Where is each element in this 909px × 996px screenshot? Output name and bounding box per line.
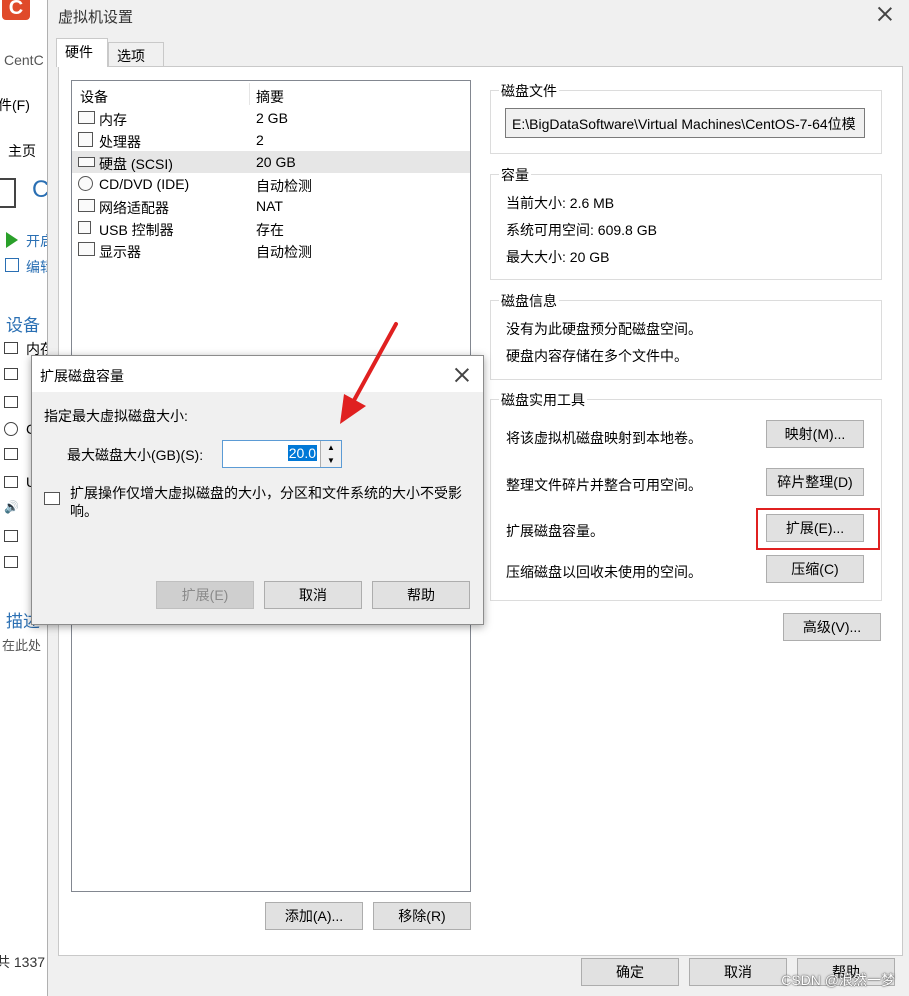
bg-home[interactable]: 主页 [8,141,36,161]
device-name: 显示器 [99,244,141,260]
device-summary: NAT [256,198,283,214]
bg-menu-file[interactable]: 件(F) [0,95,30,115]
device-summary: 自动检测 [256,178,312,194]
bg-display-icon [4,556,18,568]
display-icon [78,242,95,256]
device-row[interactable]: CD/DVD (IDE) 自动检测 [72,173,470,195]
device-summary: 20 GB [256,154,296,170]
bg-network-icon [4,448,18,460]
map-desc: 将该虚拟机磁盘映射到本地卷。 [506,430,702,446]
compact-desc: 压缩磁盘以回收未使用的空间。 [506,564,702,580]
bg-tab-text[interactable]: CentC [4,52,44,68]
disk-info-line2: 硬盘内容存储在多个文件中。 [506,348,688,364]
device-summary: 2 GB [256,110,288,126]
advanced-button[interactable]: 高级(V)... [783,613,881,641]
capacity-title: 容量 [499,165,531,185]
bg-harddisk-icon [4,396,18,408]
close-icon[interactable] [877,6,893,22]
device-summary: 自动检测 [256,244,312,260]
processor-icon [78,132,93,147]
app-logo-icon: C [2,0,30,20]
bg-processor-icon [4,368,18,380]
watermark: CSDN @浪然一梦 [781,972,895,988]
bg-section-devices: 设备 [6,316,40,335]
expand-prompt: 指定最大虚拟磁盘大小: [44,408,188,424]
device-name: CD/DVD (IDE) [99,176,190,192]
expand-cancel-button[interactable]: 取消 [264,581,362,609]
add-button[interactable]: 添加(A)... [265,902,363,930]
max-size: 最大大小: 20 GB [506,249,610,265]
spin-down-icon[interactable]: ▼ [320,454,341,467]
disk-info-title: 磁盘信息 [499,291,559,311]
col-summary-header[interactable]: 摘要 [256,87,284,107]
harddisk-icon [78,157,95,167]
usb-icon [78,221,91,234]
bg-printer-icon [4,530,18,542]
max-size-spinbox[interactable]: 20.0 ▲ ▼ [222,440,342,468]
device-summary: 存在 [256,222,284,238]
app-logo-letter: C [8,0,24,19]
disk-file-group: 磁盘文件 E:\BigDataSoftware\Virtual Machines… [490,81,882,154]
bg-usb-icon [4,476,18,488]
disk-info-group: 磁盘信息 没有为此硬盘预分配磁盘空间。 硬盘内容存储在多个文件中。 [490,291,882,380]
device-row[interactable]: 显示器 自动检测 [72,239,470,261]
compact-button[interactable]: 压缩(C) [766,555,864,583]
disk-utilities-title: 磁盘实用工具 [499,390,587,410]
map-button[interactable]: 映射(M)... [766,420,864,448]
expand-dialog-titlebar: 扩展磁盘容量 [32,356,483,392]
memory-icon [78,111,95,124]
network-icon [78,199,95,212]
expand-note: 扩展操作仅增大虚拟磁盘的大小，分区和文件系统的大小不受影响。 [70,485,462,519]
bg-vm-icon [0,178,16,208]
device-row[interactable]: 处理器 2 [72,129,470,151]
max-size-value[interactable]: 20.0 [287,445,317,461]
device-summary: 2 [256,132,264,148]
current-size: 当前大小: 2.6 MB [506,195,615,211]
disk-info-line1: 没有为此硬盘预分配磁盘空间。 [506,321,702,337]
bg-status: 共 1337 [0,954,46,970]
device-name: 网络适配器 [99,200,169,216]
tab-options[interactable]: 选项 [108,42,164,66]
bg-sound-icon: 🔊 [4,500,19,514]
cdrom-icon [78,176,93,191]
defrag-button[interactable]: 碎片整理(D) [766,468,864,496]
col-device-header[interactable]: 设备 [80,87,108,107]
info-icon [44,492,60,505]
disk-utilities-group: 磁盘实用工具 将该虚拟机磁盘映射到本地卷。 映射(M)... 整理文件碎片并整合… [490,390,882,601]
remove-button[interactable]: 移除(R) [373,902,471,930]
bg-play-icon [6,232,18,248]
disk-file-path-field[interactable]: E:\BigDataSoftware\Virtual Machines\Cent… [505,108,865,138]
ok-button[interactable]: 确定 [581,958,679,986]
device-name: USB 控制器 [99,222,174,238]
close-icon[interactable] [454,367,470,383]
defrag-desc: 整理文件碎片并整合可用空间。 [506,477,702,493]
cancel-button[interactable]: 取消 [689,958,787,986]
capacity-group: 容量 当前大小: 2.6 MB 系统可用空间: 609.8 GB 最大大小: 2… [490,165,882,280]
max-size-label: 最大磁盘大小(GB)(S): [67,447,204,463]
bg-memory-icon [4,342,18,354]
device-name: 内存 [99,112,127,128]
device-name: 处理器 [99,134,141,150]
tab-hardware[interactable]: 硬件 [56,38,108,67]
device-row-selected[interactable]: 硬盘 (SCSI) 20 GB [72,151,470,173]
device-row[interactable]: 网络适配器 NAT [72,195,470,217]
disk-file-title: 磁盘文件 [499,81,559,101]
bg-edit-icon [5,258,19,272]
dialog-title: 虚拟机设置 [58,9,134,26]
expand-disk-dialog: 扩展磁盘容量 指定最大虚拟磁盘大小: 最大磁盘大小(GB)(S): 20.0 ▲… [31,355,484,625]
bg-cdrom-icon [4,422,18,436]
device-row[interactable]: 内存 2 GB [72,107,470,129]
device-name: 硬盘 (SCSI) [99,156,173,172]
expand-confirm-button[interactable]: 扩展(E) [156,581,254,609]
expand-desc: 扩展磁盘容量。 [506,523,604,539]
device-list-header: 设备 摘要 [72,81,470,107]
expand-dialog-title: 扩展磁盘容量 [40,368,124,384]
spin-up-icon[interactable]: ▲ [320,441,341,454]
device-row[interactable]: USB 控制器 存在 [72,217,470,239]
system-free-space: 系统可用空间: 609.8 GB [506,222,657,238]
annotation-arrow-icon [340,322,398,424]
expand-help-button[interactable]: 帮助 [372,581,470,609]
bg-describe-sub: 在此处 [2,638,42,653]
expand-button[interactable]: 扩展(E)... [766,514,864,542]
